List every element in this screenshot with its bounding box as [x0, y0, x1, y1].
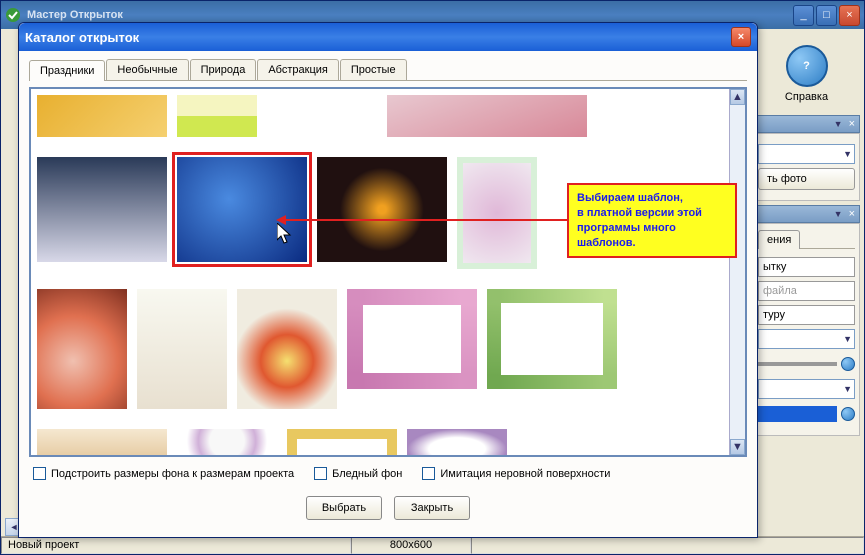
tab-bar: Праздники Необычные Природа Абстракция П… — [29, 59, 747, 81]
template-thumb[interactable] — [37, 157, 167, 262]
minimize-icon: _ — [800, 9, 806, 21]
tab-abstract[interactable]: Абстракция — [257, 59, 339, 80]
input-1-cropped[interactable]: ытку — [758, 257, 855, 277]
select-button[interactable]: Выбрать — [306, 496, 382, 520]
checkbox-fit-bg[interactable]: Подстроить размеры фона к размерам проек… — [33, 467, 294, 480]
input-2-cropped[interactable]: файла — [758, 281, 855, 301]
options-row: Подстроить размеры фона к размерам проек… — [29, 457, 747, 490]
minimize-button[interactable]: _ — [793, 5, 814, 26]
input-3-cropped[interactable]: туру — [758, 305, 855, 325]
dialog-close-button[interactable]: × — [731, 27, 751, 47]
checkbox-pale-bg[interactable]: Бледный фон — [314, 467, 402, 480]
maximize-icon: □ — [823, 9, 830, 21]
close-button[interactable]: × — [839, 5, 860, 26]
tab-nature[interactable]: Природа — [190, 59, 257, 80]
help-label: Справка — [753, 91, 860, 103]
template-thumb[interactable] — [237, 289, 337, 409]
photo-button-cropped[interactable]: ть фото — [758, 168, 855, 190]
tab-unusual[interactable]: Необычные — [106, 59, 188, 80]
chevron-down-icon: ▼ — [843, 149, 852, 159]
template-thumb[interactable] — [387, 95, 587, 137]
maximize-button[interactable]: □ — [816, 5, 837, 26]
template-thumb[interactable] — [37, 429, 167, 457]
chevron-down-icon[interactable]: ▼ — [834, 119, 843, 129]
panel-close-icon[interactable]: × — [849, 118, 855, 130]
template-thumb[interactable] — [177, 429, 277, 457]
template-gallery: ▲ ▼ — [29, 87, 747, 457]
checkbox-icon — [314, 467, 327, 480]
tab-simple[interactable]: Простые — [340, 59, 407, 80]
annotation-arrow — [279, 219, 569, 221]
right-side-panel: ? Справка ▼ × ▼ ть фото ▼ × ения ытку фа… — [749, 29, 864, 536]
dropdown-3-cropped[interactable]: ▼ — [758, 379, 855, 399]
template-thumb[interactable] — [347, 289, 477, 389]
template-thumb[interactable] — [457, 157, 537, 269]
tab-holidays[interactable]: Праздники — [29, 60, 105, 81]
status-bar: Новый проект 800x600 — [1, 536, 864, 554]
checkbox-icon — [422, 467, 435, 480]
close-icon: × — [846, 9, 852, 21]
panel-header-1: ▼ × — [753, 115, 860, 133]
dropdown-cropped[interactable]: ▼ — [758, 144, 855, 164]
chevron-down-icon: ▼ — [843, 384, 852, 394]
checkbox-icon — [33, 467, 46, 480]
status-project: Новый проект — [1, 537, 351, 554]
template-thumb[interactable] — [287, 429, 397, 457]
chevron-up-icon: ▲ — [732, 91, 743, 103]
slider-knob-icon — [841, 407, 855, 421]
template-thumb[interactable] — [137, 289, 227, 409]
slider-2[interactable] — [758, 403, 855, 425]
dialog-button-row: Выбрать Закрыть — [29, 490, 747, 526]
status-empty — [471, 537, 864, 554]
slider-knob-icon — [841, 357, 855, 371]
close-icon: × — [738, 31, 744, 43]
gallery-scrollbar[interactable]: ▲ ▼ — [729, 89, 745, 455]
template-thumb[interactable] — [487, 289, 617, 389]
scroll-up-button[interactable]: ▲ — [730, 89, 745, 105]
template-thumb[interactable] — [317, 157, 447, 262]
annotation-callout: Выбираем шаблон, в платной версии этой п… — [567, 183, 737, 258]
dialog-title: Каталог открыток — [25, 30, 731, 45]
help-icon: ? — [786, 45, 828, 87]
app-icon — [5, 7, 21, 23]
template-thumb[interactable] — [37, 289, 127, 409]
chevron-down-icon: ▼ — [843, 334, 852, 344]
panel-body-2: ения ытку файла туру ▼ ▼ — [753, 223, 860, 436]
checkbox-rough-surface[interactable]: Имитация неровной поверхности — [422, 467, 610, 480]
panel-body-1: ▼ ть фото — [753, 133, 860, 201]
catalog-dialog: Каталог открыток × Праздники Необычные П… — [18, 22, 758, 538]
help-button[interactable]: ? Справка — [753, 37, 860, 111]
slider-1[interactable] — [758, 353, 855, 375]
panel-header-2: ▼ × — [753, 205, 860, 223]
close-button[interactable]: Закрыть — [394, 496, 470, 520]
dialog-titlebar[interactable]: Каталог открыток × — [19, 23, 757, 51]
chevron-down-icon[interactable]: ▼ — [834, 209, 843, 219]
status-dimensions: 800x600 — [351, 537, 471, 554]
chevron-down-icon: ▼ — [732, 441, 743, 453]
tab-cropped[interactable]: ения — [758, 230, 800, 249]
panel-close-icon[interactable]: × — [849, 208, 855, 220]
main-title: Мастер Открыток — [27, 9, 793, 21]
template-thumb[interactable] — [37, 95, 167, 137]
template-thumb-selected[interactable] — [177, 157, 307, 262]
template-thumb[interactable] — [407, 429, 507, 457]
scroll-down-button[interactable]: ▼ — [730, 439, 745, 455]
dropdown-2-cropped[interactable]: ▼ — [758, 329, 855, 349]
template-thumb[interactable] — [177, 95, 257, 137]
